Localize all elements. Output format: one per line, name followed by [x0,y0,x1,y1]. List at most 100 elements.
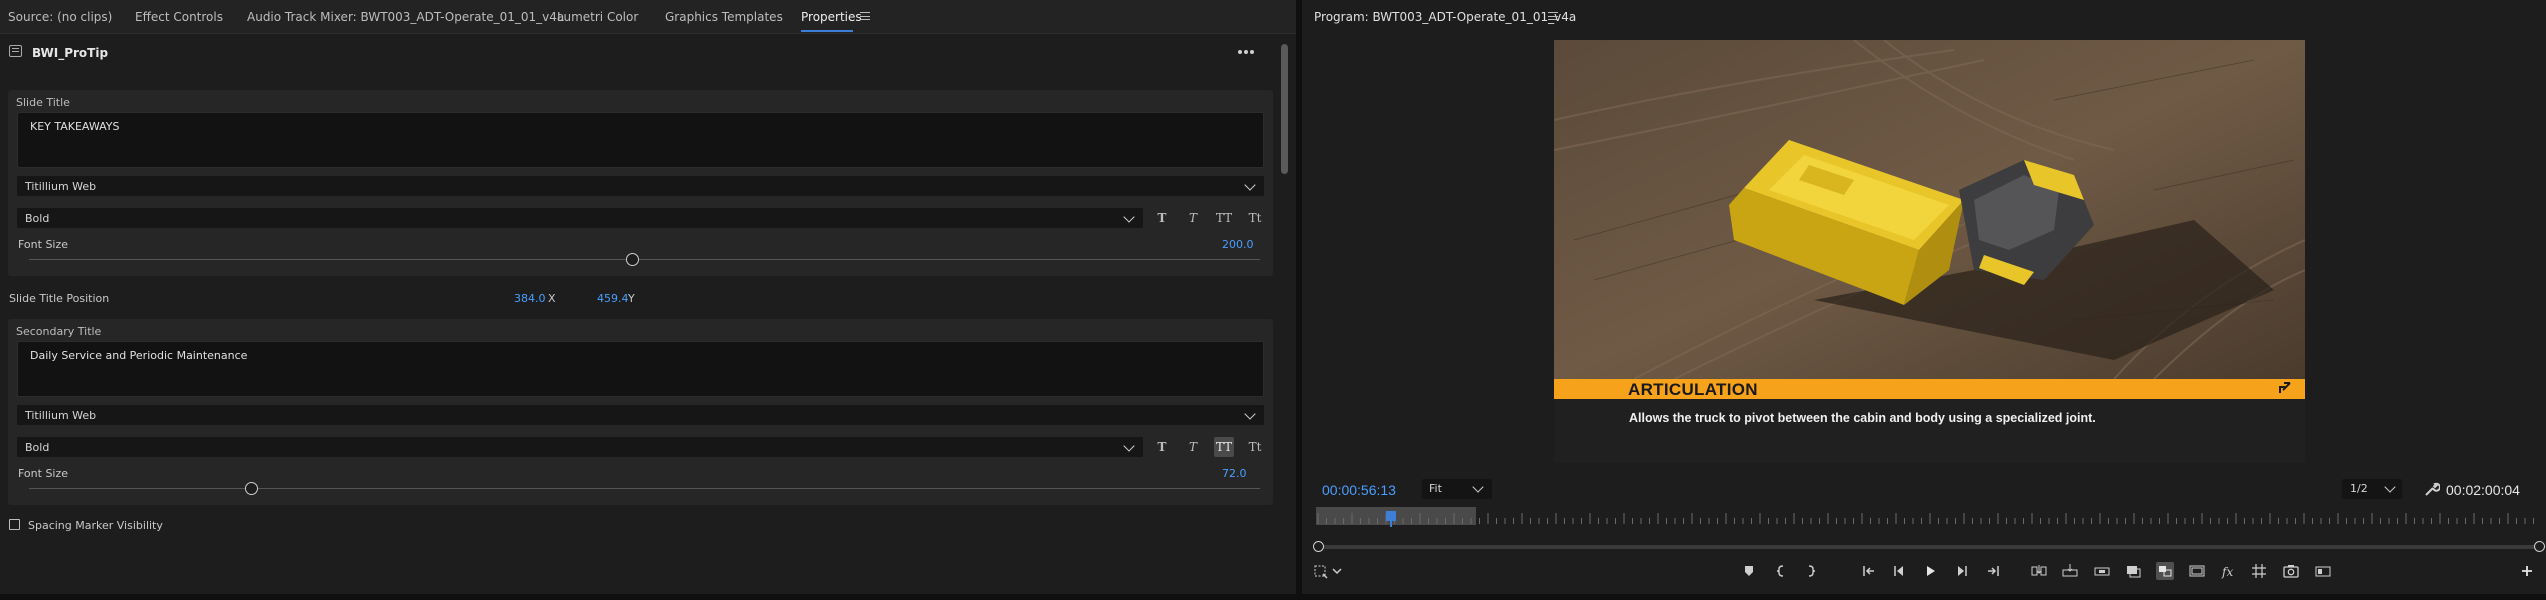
position-x-label: X [548,292,556,305]
bold-style-icon[interactable]: T [1152,437,1172,457]
slide-title-font-dropdown[interactable]: Titillium Web [17,176,1264,196]
chevron-down-icon [2384,481,2396,493]
playhead-line [1390,515,1392,527]
position-y-value[interactable]: 459.4 [597,292,629,305]
wrench-icon[interactable] [2424,481,2440,497]
lower-third-caption: Allows the truck to pivot between the ca… [1629,411,2096,425]
slide-title-font-size-slider[interactable] [626,253,640,266]
slide-title-textbox[interactable]: KEY TAKEAWAYS [17,112,1264,168]
more-options-icon[interactable] [1238,50,1254,54]
tab-effect-controls[interactable]: Effect Controls [135,10,223,24]
lift-icon[interactable] [2093,562,2111,580]
secondary-title-font-size-track[interactable] [29,488,1260,489]
add-button-icon[interactable] [2518,562,2536,580]
tab-properties[interactable]: Properties [801,10,862,24]
ruler-ticks [1317,513,2534,524]
italic-style-icon[interactable]: T [1183,208,1203,228]
italic-style-icon[interactable]: T [1183,437,1203,457]
step-back-icon[interactable] [1890,562,1908,580]
properties-header [0,34,1280,70]
chevron-down-icon [1244,179,1256,191]
spacing-marker-checkbox[interactable] [9,519,20,530]
lower-third-title: ARTICULATION [1628,380,1758,399]
marker-icon[interactable] [1740,562,1758,580]
zoom-bar-right-handle[interactable] [2534,541,2545,552]
bold-style-icon[interactable]: T [1152,208,1172,228]
active-tab-indicator [801,30,853,32]
graphic-clip-icon [9,45,22,57]
go-to-in-icon[interactable] [1860,562,1878,580]
chevron-down-icon [1244,408,1256,420]
slide-title-section: Slide Title KEY TAKEAWAYS Titillium Web … [8,90,1273,276]
slide-title-font-size-track[interactable] [29,259,1260,260]
tab-lumetri-color[interactable]: Lumetri Color [557,10,638,24]
lower-third-caption-area: Allows the truck to pivot between the ca… [1554,399,2305,463]
slide-title-weight-dropdown[interactable]: Bold [17,208,1143,228]
proxy-toggle-icon[interactable] [2188,562,2206,580]
clip-name: BWI_ProTip [32,46,109,60]
export-frame-icon[interactable] [2282,562,2300,580]
vr-video-icon[interactable] [2314,562,2332,580]
secondary-title-font-dropdown[interactable]: Titillium Web [17,405,1264,425]
mark-out-icon[interactable] [1802,562,1820,580]
playback-resolution-select[interactable]: 1/2 [2342,479,2402,499]
play-icon[interactable] [1921,562,1939,580]
brand-corner-icon [2279,382,2291,393]
chevron-down-icon[interactable] [1328,562,1346,580]
secondary-title-font-size-slider[interactable] [244,482,258,495]
chevron-down-icon [1123,440,1135,452]
extract-icon[interactable] [2124,562,2142,580]
secondary-title-textbox[interactable]: Daily Service and Periodic Maintenance [17,341,1264,397]
lower-third-title-band: ARTICULATION [1554,379,2305,399]
zoom-scroll-bar[interactable] [1318,545,2540,549]
tab-source[interactable]: Source: (no clips) [8,10,112,24]
duration-timecode: 00:02:00:04 [2446,482,2520,498]
small-caps-icon[interactable]: Tt [1245,437,1265,457]
tab-audio-track-mixer[interactable]: Audio Track Mixer: BWT003_ADT-Operate_01… [247,10,564,24]
slide-title-position-label: Slide Title Position [9,292,110,305]
panel-menu-icon[interactable] [860,12,870,20]
svg-text:fx: fx [2221,565,2233,579]
zoom-level-select[interactable]: Fit [1422,479,1492,499]
current-timecode[interactable]: 00:00:56:13 [1322,482,1396,498]
program-monitor-title[interactable]: Program: BWT003_ADT-Operate_01_01_v4a [1314,10,1576,24]
overwrite-icon[interactable] [2061,562,2079,580]
secondary-title-font-size-label: Font Size [18,467,69,480]
time-ruler[interactable] [1316,507,2540,527]
bottom-border [0,594,2546,600]
all-caps-icon[interactable]: TT [1214,208,1234,228]
go-to-out-icon[interactable] [1984,562,2002,580]
all-caps-icon[interactable]: TT [1214,437,1234,457]
properties-scrollbar[interactable] [1281,44,1288,174]
insert-icon[interactable] [2030,562,2048,580]
slide-title-font-size-value[interactable]: 200.0 [1222,238,1254,251]
spacing-marker-label: Spacing Marker Visibility [28,519,163,532]
slide-title-font-size-label: Font Size [18,238,69,251]
slide-title-weight-value: Bold [25,212,50,225]
position-y-label: Y [628,292,635,305]
tab-graphics-templates[interactable]: Graphics Templates [665,10,783,24]
secondary-title-font-size-value[interactable]: 72.0 [1222,467,1247,480]
comparison-view-icon[interactable] [2156,562,2174,580]
program-monitor: Program: BWT003_ADT-Operate_01_01_v4a AR… [1302,0,2546,600]
video-frame-image [1554,40,2305,379]
secondary-title-weight-value: Bold [25,441,50,454]
panel-menu-icon[interactable] [1548,12,1558,20]
step-forward-icon[interactable] [1953,562,1971,580]
fx-icon[interactable]: fx [2219,562,2237,580]
position-x-value[interactable]: 384.0 [514,292,546,305]
secondary-title-weight-dropdown[interactable]: Bold [17,437,1143,457]
secondary-title-section: Secondary Title Daily Service and Period… [8,319,1273,505]
playback-resolution-value: 1/2 [2350,482,2368,495]
secondary-title-text: Daily Service and Periodic Maintenance [30,349,248,362]
properties-panel: Source: (no clips) Effect Controls Audio… [0,0,1296,600]
safe-margins-icon[interactable] [2250,562,2268,580]
slide-title-label: Slide Title [16,96,70,109]
small-caps-icon[interactable]: Tt [1245,208,1265,228]
program-video-frame[interactable] [1554,40,2305,379]
secondary-title-label: Secondary Title [16,325,102,338]
zoom-bar-left-handle[interactable] [1313,541,1324,552]
chevron-down-icon [1472,481,1484,493]
mark-in-icon[interactable] [1772,562,1790,580]
left-panel-tabbar: Source: (no clips) Effect Controls Audio… [0,0,1296,34]
